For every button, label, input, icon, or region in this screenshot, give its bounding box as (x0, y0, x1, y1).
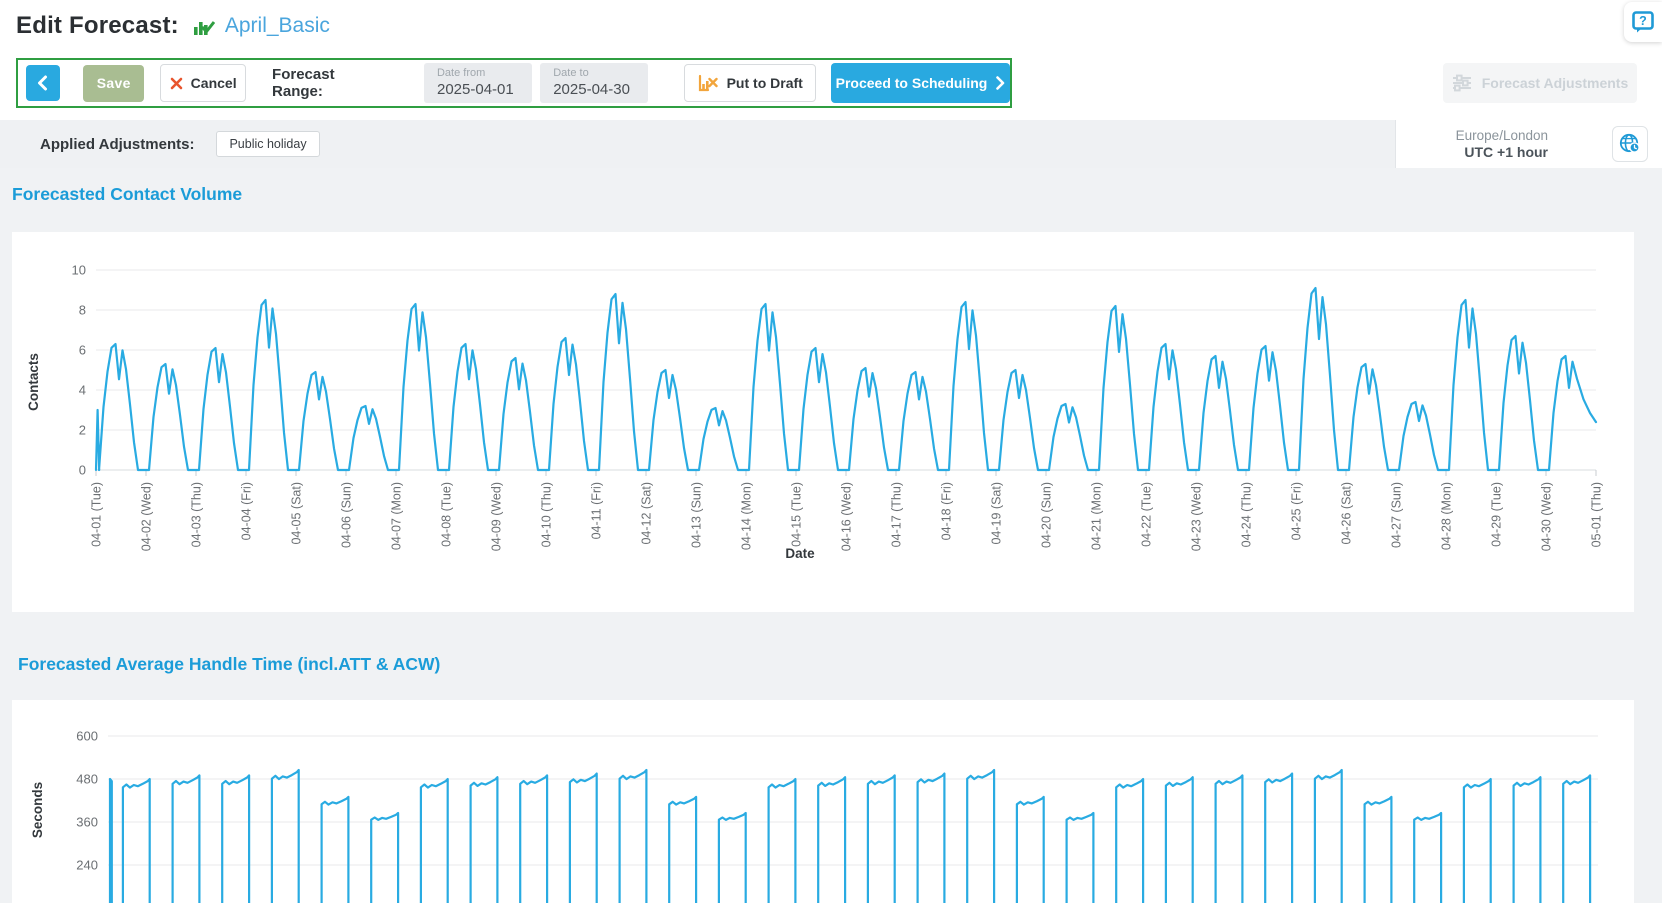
svg-text:04-07 (Mon): 04-07 (Mon) (390, 482, 404, 550)
svg-text:4: 4 (79, 383, 86, 398)
svg-text:0: 0 (79, 463, 86, 478)
aht-chart[interactable]: 600 480 360 240 Seconds (12, 700, 1634, 903)
applied-adjustments-bar: Applied Adjustments: Public holiday Euro… (0, 120, 1662, 168)
svg-text:04-12 (Sat): 04-12 (Sat) (640, 482, 654, 545)
svg-text:04-29 (Tue): 04-29 (Tue) (1490, 482, 1504, 547)
svg-text:04-03 (Thu): 04-03 (Thu) (190, 482, 204, 547)
forecast-range-label: Forecast Range: (272, 66, 384, 100)
proceed-to-scheduling-button[interactable]: Proceed to Scheduling (831, 63, 1010, 103)
forecast-adjustments-label: Forecast Adjustments (1482, 75, 1629, 91)
svg-text:04-23 (Wed): 04-23 (Wed) (1190, 482, 1204, 551)
svg-text:04-28 (Mon): 04-28 (Mon) (1440, 482, 1454, 550)
aht-title: Forecasted Average Handle Time (incl.ATT… (18, 654, 440, 675)
put-to-draft-label: Put to Draft (727, 75, 803, 91)
help-icon: ? (1632, 11, 1654, 33)
svg-text:10: 10 (72, 263, 86, 278)
svg-text:8: 8 (79, 303, 86, 318)
save-button[interactable]: Save (83, 65, 144, 102)
sliders-icon (1452, 74, 1472, 92)
chevron-left-icon (36, 75, 50, 91)
contact-volume-chart[interactable]: 0 2 4 6 8 10 04-01 (Tue) 04-02 (Wed) 04-03 (Thu)… (12, 232, 1634, 612)
svg-text:04-08 (Tue): 04-08 (Tue) (440, 482, 454, 547)
svg-text:240: 240 (76, 858, 98, 873)
applied-adjustments-label: Applied Adjustments: (40, 136, 194, 153)
svg-text:04-27 (Sun): 04-27 (Sun) (1390, 482, 1404, 548)
put-to-draft-button[interactable]: Put to Draft (684, 64, 816, 102)
svg-text:04-04 (Fri): 04-04 (Fri) (240, 482, 254, 540)
globe-icon (1618, 132, 1642, 156)
svg-text:04-02 (Wed): 04-02 (Wed) (140, 482, 154, 551)
cancel-label: Cancel (191, 75, 237, 91)
date-to-field[interactable]: Date to 2025-04-30 (540, 63, 648, 103)
svg-text:04-18 (Fri): 04-18 (Fri) (940, 482, 954, 540)
svg-text:?: ? (1639, 14, 1647, 28)
contact-volume-plot: 0 2 4 6 8 10 04-01 (Tue) 04-02 (Wed) 04-03 (Thu)… (12, 232, 1634, 612)
svg-text:04-20 (Sun): 04-20 (Sun) (1040, 482, 1054, 548)
svg-text:04-25 (Fri): 04-25 (Fri) (1290, 482, 1304, 540)
timezone-globe-button[interactable] (1612, 126, 1648, 162)
timezone-offset: UTC +1 hour (1456, 144, 1548, 161)
adjustment-chip-public-holiday[interactable]: Public holiday (216, 131, 319, 157)
back-button[interactable] (26, 65, 60, 101)
svg-text:04-16 (Wed): 04-16 (Wed) (840, 482, 854, 551)
svg-text:04-13 (Sun): 04-13 (Sun) (690, 482, 704, 548)
aht-plot: 600 480 360 240 Seconds (12, 700, 1634, 903)
toolbar: Save Cancel Forecast Range: Date from 20… (16, 58, 1012, 108)
page-title: Edit Forecast: (16, 12, 179, 40)
chart-with-x-icon (698, 74, 718, 92)
svg-text:04-22 (Tue): 04-22 (Tue) (1140, 482, 1154, 547)
svg-text:2: 2 (79, 423, 86, 438)
date-from-field[interactable]: Date from 2025-04-01 (424, 63, 532, 103)
svg-text:04-15 (Tue): 04-15 (Tue) (790, 482, 804, 547)
date-from-value: 2025-04-01 (437, 80, 532, 99)
svg-text:05-01 (Thu): 05-01 (Thu) (1590, 482, 1604, 547)
svg-text:04-30 (Wed): 04-30 (Wed) (1540, 482, 1554, 551)
svg-text:04-26 (Sat): 04-26 (Sat) (1340, 482, 1354, 545)
svg-text:04-17 (Thu): 04-17 (Thu) (890, 482, 904, 547)
svg-text:Date: Date (785, 546, 815, 561)
timezone-block: Europe/London UTC +1 hour (1395, 120, 1662, 168)
svg-text:04-11 (Fri): 04-11 (Fri) (590, 482, 604, 539)
svg-text:04-19 (Sat): 04-19 (Sat) (990, 482, 1004, 545)
svg-text:04-09 (Wed): 04-09 (Wed) (490, 482, 504, 551)
date-to-label: Date to (553, 67, 648, 80)
svg-text:04-24 (Thu): 04-24 (Thu) (1240, 482, 1254, 547)
forecast-chart-check-icon (193, 15, 215, 37)
date-to-value: 2025-04-30 (553, 80, 648, 99)
svg-text:Seconds: Seconds (30, 782, 45, 838)
svg-text:360: 360 (76, 815, 98, 830)
contact-volume-title: Forecasted Contact Volume (12, 184, 242, 205)
svg-text:04-06 (Sun): 04-06 (Sun) (340, 482, 354, 548)
svg-text:Contacts: Contacts (26, 353, 41, 411)
svg-text:480: 480 (76, 772, 98, 787)
svg-text:04-14 (Mon): 04-14 (Mon) (740, 482, 754, 550)
proceed-label: Proceed to Scheduling (836, 75, 988, 91)
help-card[interactable]: ? (1624, 2, 1662, 42)
svg-text:04-01 (Tue): 04-01 (Tue) (90, 482, 104, 547)
svg-text:04-05 (Sat): 04-05 (Sat) (290, 482, 304, 545)
content-area: Forecasted Contact Volume 0 2 4 6 8 10 04-01 (… (0, 168, 1662, 903)
page-header: Edit Forecast: April_Basic (16, 12, 330, 40)
svg-text:6: 6 (79, 343, 86, 358)
chevron-right-icon (995, 76, 1005, 90)
forecast-name-link[interactable]: April_Basic (225, 14, 330, 38)
date-from-label: Date from (437, 67, 532, 80)
svg-text:04-10 (Thu): 04-10 (Thu) (540, 482, 554, 547)
x-mark-icon (170, 77, 183, 90)
top-section: Edit Forecast: April_Basic ? Save Cancel (0, 0, 1662, 120)
timezone-region: Europe/London (1456, 127, 1548, 144)
timezone-text: Europe/London UTC +1 hour (1456, 127, 1548, 161)
forecast-adjustments-button[interactable]: Forecast Adjustments (1443, 63, 1637, 103)
cancel-button[interactable]: Cancel (160, 64, 246, 102)
svg-text:04-21 (Mon): 04-21 (Mon) (1090, 482, 1104, 550)
svg-text:600: 600 (76, 729, 98, 744)
